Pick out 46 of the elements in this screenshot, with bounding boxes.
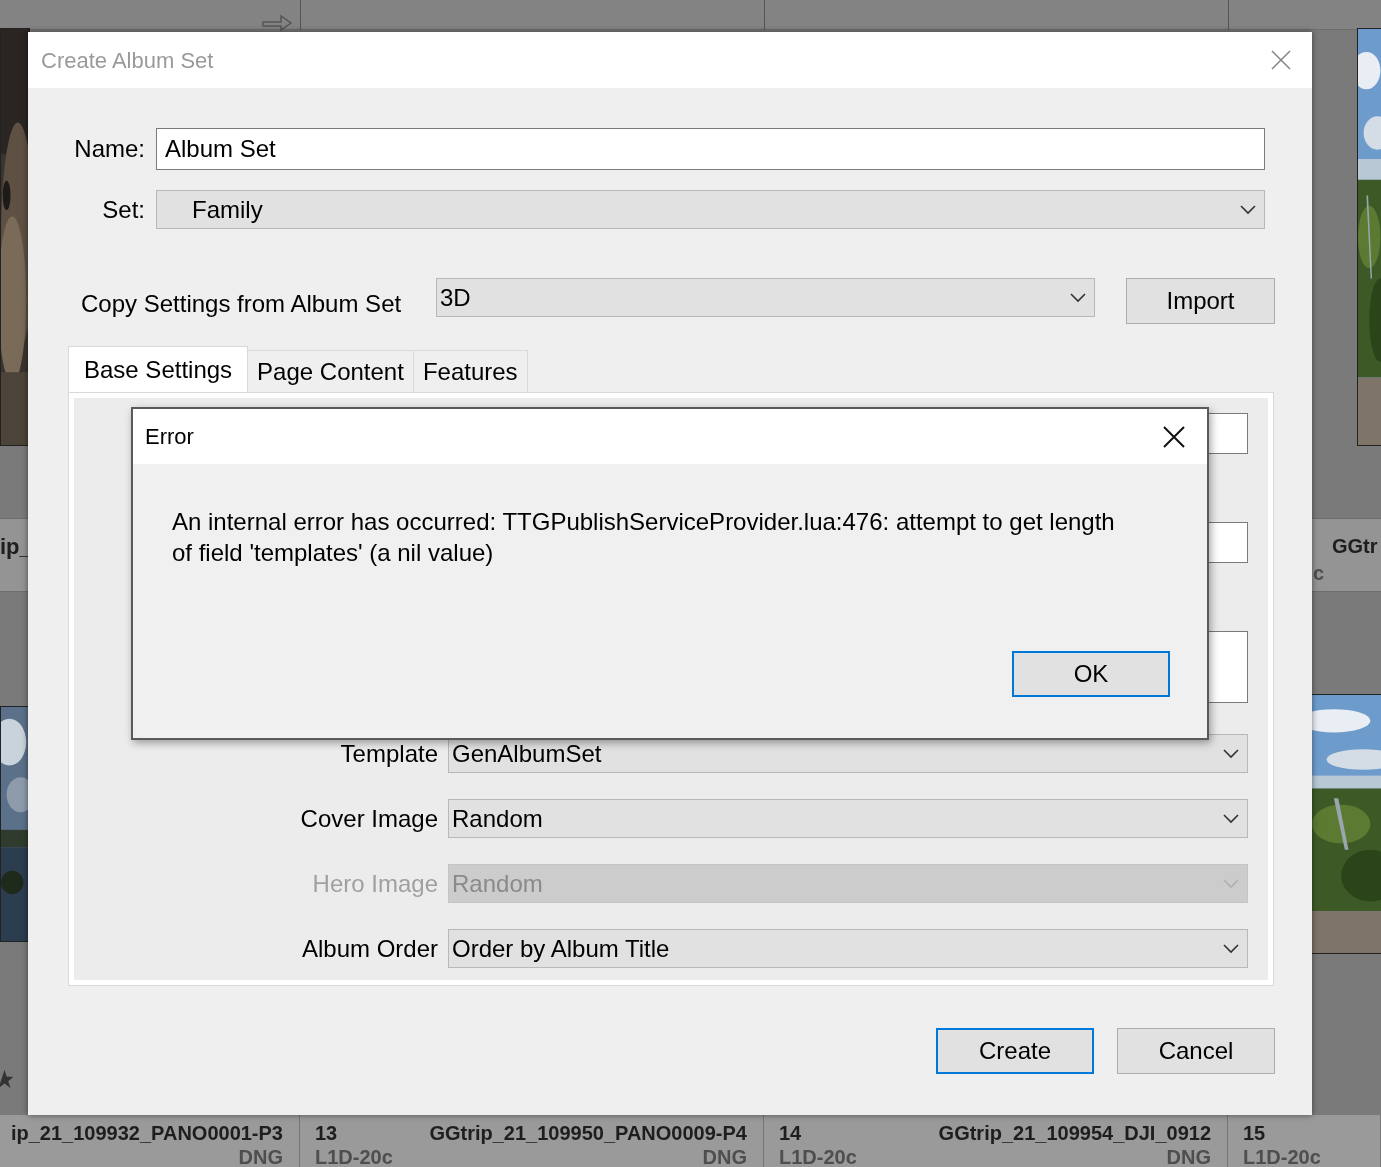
- dialog-button[interactable]: Cancel: [1117, 1028, 1275, 1074]
- file-name-label: ip_21_109932_PANO0001-P3: [10, 1121, 283, 1146]
- set-dropdown[interactable]: Family: [156, 190, 1265, 229]
- dropdown[interactable]: Order by Album Title: [448, 929, 1248, 968]
- chevron-down-icon: [1240, 204, 1256, 215]
- field-label: Set:: [101, 194, 146, 225]
- file-type-label: DNG: [238, 1145, 283, 1167]
- camera-label: c: [1313, 561, 1325, 586]
- chevron-down-icon: [1070, 292, 1086, 303]
- camera-label: L1D-20c: [315, 1145, 393, 1167]
- file-type-label: DNG: [1166, 1145, 1211, 1167]
- dialog-button[interactable]: Create: [936, 1028, 1094, 1074]
- chevron-down-icon: [1223, 813, 1239, 824]
- frame-number: 13: [315, 1121, 338, 1146]
- field-label: Hero Image: [311, 868, 439, 899]
- tab[interactable]: Features: [413, 350, 528, 392]
- frame-number: 15: [1243, 1121, 1266, 1146]
- swap-arrows-icon: [261, 14, 293, 32]
- name-field[interactable]: Album Set: [156, 128, 1265, 170]
- chevron-down-icon: [1223, 943, 1239, 954]
- field-label: Template: [339, 738, 439, 769]
- field-label: Name:: [73, 134, 146, 164]
- close-icon[interactable]: [1163, 425, 1185, 448]
- field-label: Album Order: [300, 933, 439, 964]
- dropdown[interactable]: Random: [448, 799, 1248, 838]
- field-label: Copy Settings from Album Set: [81, 289, 403, 319]
- field-label: Cover Image: [299, 803, 439, 834]
- file-name-label: ip_: [0, 533, 32, 561]
- tab[interactable]: Base Settings: [68, 346, 249, 392]
- file-name-label: GGtrip_21_109954_DJI_0912: [938, 1121, 1211, 1146]
- frame-number: 14: [779, 1121, 802, 1146]
- dialog-title: Error: [145, 423, 194, 451]
- dropdown: Random: [448, 864, 1248, 903]
- window-title: Create Album Set: [41, 46, 214, 75]
- import-button[interactable]: Import: [1126, 278, 1275, 324]
- error-message: An internal error has occurred: TTGPublishServiceProvider.lua:476: attempt to get length of field 'templates' (a nil value): [172, 507, 1116, 568]
- album-set-dropdown[interactable]: 3D: [436, 278, 1095, 317]
- file-name-label: GGtrip_21_109950_PANO0009-P4: [429, 1121, 747, 1146]
- camera-label: L1D-20c: [1243, 1145, 1321, 1167]
- file-name-label: GGtr: [1332, 534, 1378, 559]
- ok-button[interactable]: OK: [1012, 651, 1170, 697]
- chevron-down-icon: [1223, 748, 1239, 759]
- file-type-label: DNG: [702, 1145, 747, 1167]
- camera-label: L1D-20c: [779, 1145, 857, 1167]
- tab[interactable]: Page Content: [248, 350, 414, 392]
- chevron-down-icon: [1223, 878, 1239, 889]
